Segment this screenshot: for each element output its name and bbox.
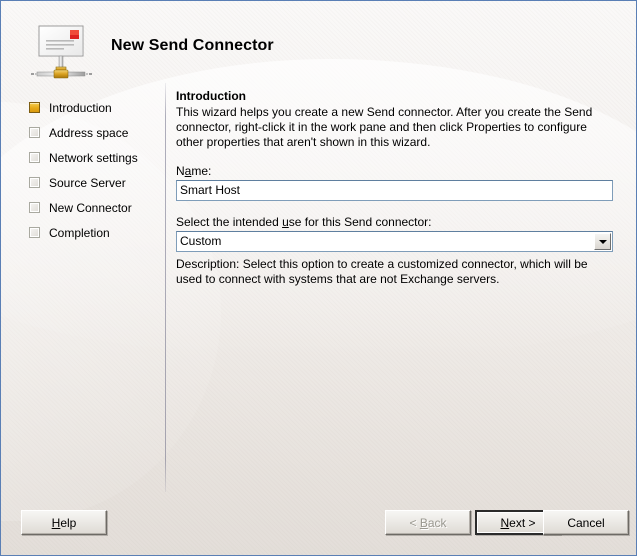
sidebar-step-introduction[interactable]: Introduction [29,96,159,121]
sidebar-step-label: New Connector [49,201,132,215]
sidebar-content-divider [165,83,166,492]
sidebar-step-address-space[interactable]: Address space [29,121,159,146]
new-send-connector-dialog: New Send Connector Introduction Address … [0,0,637,556]
help-button[interactable]: Help [21,510,107,535]
use-description-text: Description: Select this option to creat… [176,257,588,286]
step-marker-pending-icon [29,127,40,138]
content-heading: Introduction [176,89,246,103]
sidebar-step-label: Introduction [49,101,112,115]
back-button: < Back [385,510,471,535]
sidebar-step-completion[interactable]: Completion [29,221,159,246]
dialog-header: New Send Connector [1,2,636,88]
intended-use-dropdown[interactable]: Custom [176,231,613,252]
sidebar-step-source-server[interactable]: Source Server [29,171,159,196]
step-marker-pending-icon [29,227,40,238]
intro-paragraph: This wizard helps you create a new Send … [176,105,593,149]
intended-use-label: Select the intended use for this Send co… [176,215,432,229]
sidebar-step-label: Source Server [49,176,126,190]
step-marker-pending-icon [29,202,40,213]
sidebar-step-new-connector[interactable]: New Connector [29,196,159,221]
content-pane: Introduction This wizard helps you creat… [176,89,613,287]
name-field-label: Name: [176,164,212,178]
sidebar-step-label: Network settings [49,151,138,165]
sidebar-step-label: Completion [49,226,110,240]
dialog-footer: Help < Back Next > Cancel [1,497,636,555]
name-input[interactable] [176,180,613,201]
step-marker-pending-icon [29,177,40,188]
send-connector-icon [29,21,93,85]
chevron-down-icon[interactable] [594,233,611,250]
page-title: New Send Connector [111,37,274,54]
wizard-steps-list: Introduction Address space Network setti… [29,96,159,246]
sidebar-step-label: Address space [49,126,129,140]
cancel-button[interactable]: Cancel [543,510,629,535]
intended-use-selected-value: Custom [180,234,222,248]
sidebar-step-network-settings[interactable]: Network settings [29,146,159,171]
step-marker-active-icon [29,102,40,113]
step-marker-pending-icon [29,152,40,163]
